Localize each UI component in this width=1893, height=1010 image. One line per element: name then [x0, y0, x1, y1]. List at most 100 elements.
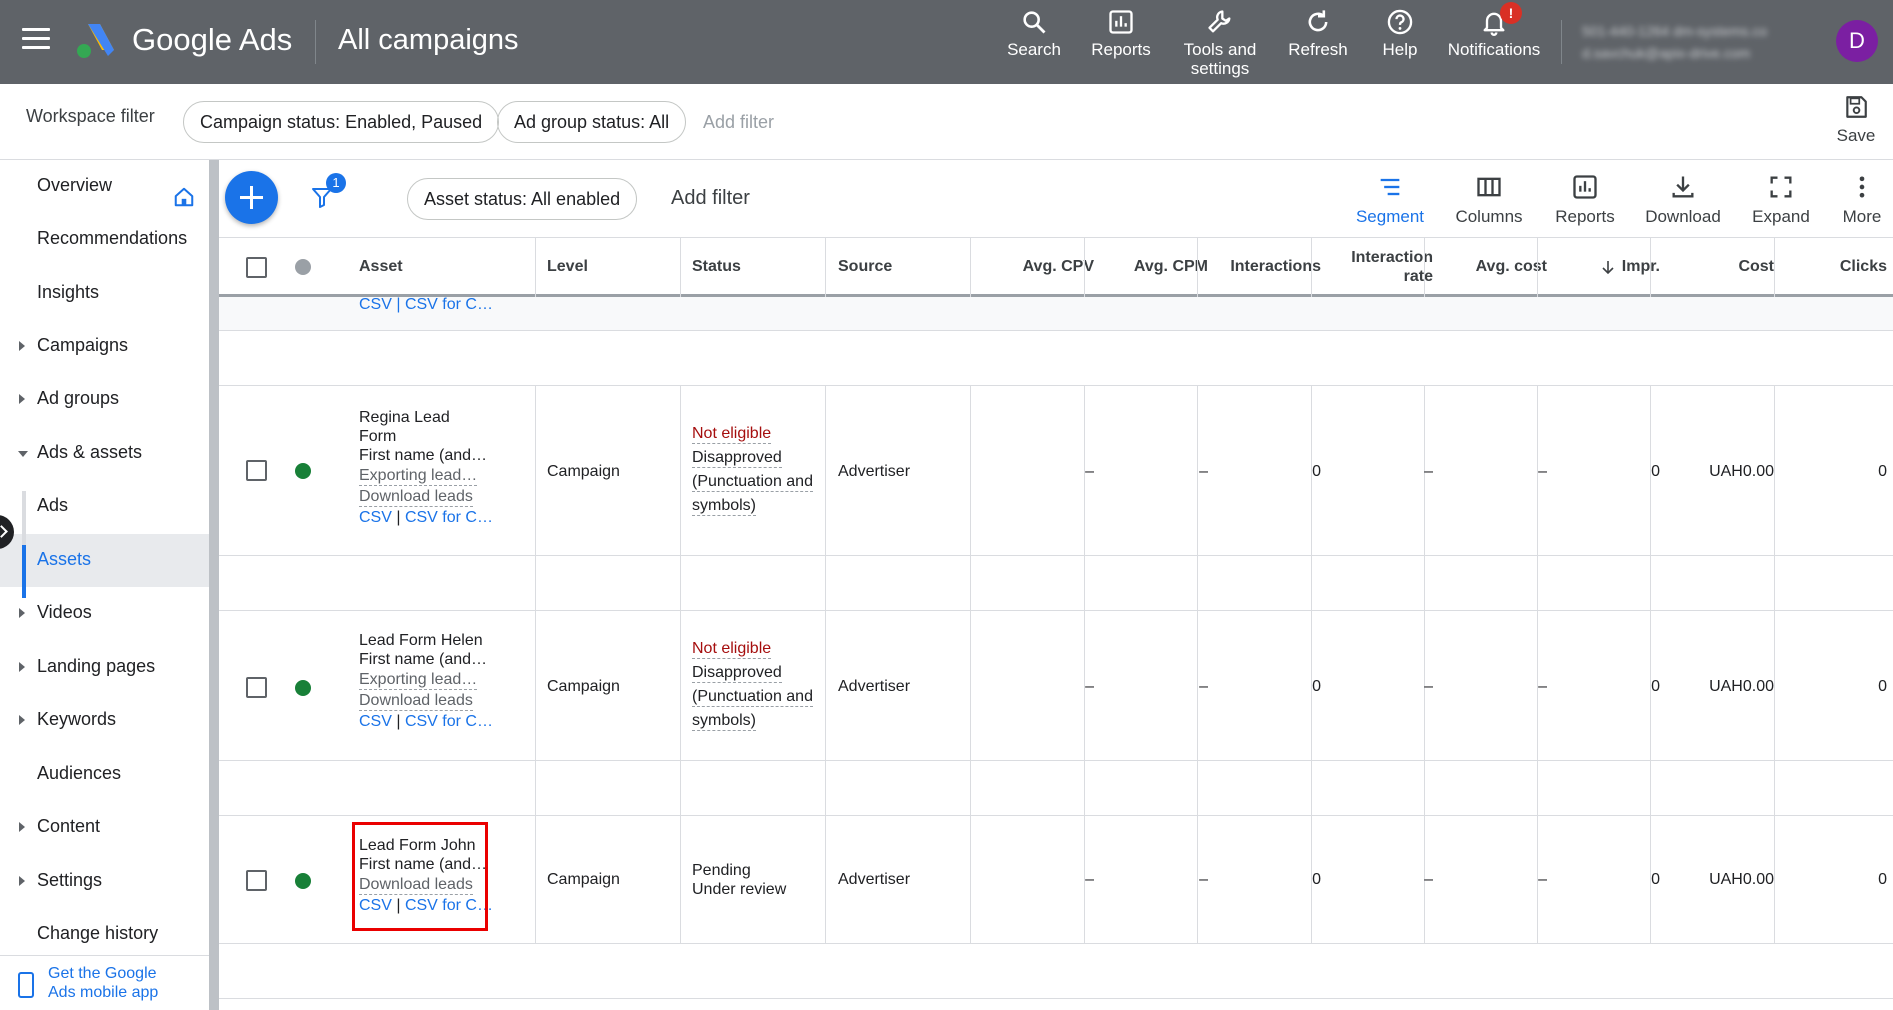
reports-button[interactable]: Reports: [1090, 8, 1152, 59]
refresh-button[interactable]: Refresh: [1286, 8, 1350, 59]
clicks-cell: 0: [1878, 871, 1887, 888]
impr-cell: 0: [1651, 871, 1660, 888]
status-reason-line2: (Punctuation and: [692, 688, 813, 707]
mobile-app-promo[interactable]: Get the Google Ads mobile app: [0, 955, 209, 1010]
link-separator: |: [391, 713, 405, 730]
header-impr[interactable]: Impr.: [1549, 238, 1660, 295]
status-not-eligible[interactable]: Not eligible: [692, 640, 772, 659]
table-row[interactable]: Regina Lead Form First name (and… Export…: [219, 386, 1893, 556]
header-cost[interactable]: Cost: [1662, 238, 1774, 295]
more-button[interactable]: More: [1838, 173, 1886, 227]
asset-status-chip[interactable]: Asset status: All enabled: [407, 178, 638, 220]
csv-for-link[interactable]: CSV for C…: [405, 509, 493, 526]
asset-exporting-leads[interactable]: Exporting lead…: [359, 467, 478, 486]
sidebar-item-label: Insights: [37, 282, 100, 302]
sidebar-item-label: Landing pages: [37, 656, 156, 676]
csv-for-link[interactable]: CSV for C…: [405, 713, 493, 730]
csv-link[interactable]: CSV: [359, 713, 392, 730]
table-row[interactable]: CSV | CSV for C…: [219, 295, 1893, 331]
sidebar-item-label: Settings: [37, 870, 103, 890]
sidebar-item-insights[interactable]: Insights: [0, 267, 209, 320]
caret-right-icon: [19, 715, 25, 725]
sidebar: Overview Recommendations Insights Campai…: [0, 160, 209, 1010]
menu-icon[interactable]: [22, 28, 50, 50]
avatar[interactable]: D: [1836, 20, 1878, 62]
refresh-icon: [1308, 10, 1328, 32]
header-status[interactable]: Status: [692, 238, 822, 295]
header-avg-cost[interactable]: Avg. cost: [1436, 238, 1547, 295]
csv-link[interactable]: CSV: [359, 509, 392, 526]
status-reason-line2: (Punctuation and: [692, 473, 813, 492]
sidebar-item-settings[interactable]: Settings: [0, 855, 209, 908]
sidebar-item-audiences[interactable]: Audiences: [0, 748, 209, 801]
status-reason-line3: symbols): [692, 712, 757, 731]
status-cell: Pending Under review: [692, 861, 827, 899]
asset-download-leads[interactable]: Download leads: [359, 488, 473, 507]
sidebar-item-label: Ads: [37, 495, 69, 515]
asset-exporting-leads[interactable]: Exporting lead…: [359, 671, 478, 690]
interactions-cell: 0: [1312, 871, 1321, 888]
table-add-filter[interactable]: Add filter: [671, 187, 750, 210]
partial-row-csv-links[interactable]: CSV | CSV for C…: [359, 295, 493, 314]
add-button[interactable]: [225, 171, 278, 224]
workspace-add-filter[interactable]: Add filter: [703, 112, 774, 133]
asset-cell[interactable]: Regina Lead Form First name (and… Export…: [359, 408, 529, 527]
home-icon[interactable]: [173, 186, 195, 208]
sidebar-item-ads-assets[interactable]: Ads & assets: [0, 427, 209, 480]
search-button[interactable]: Search: [1006, 8, 1062, 59]
sidebar-item-ads[interactable]: Ads: [0, 480, 209, 533]
segment-button[interactable]: Segment: [1355, 173, 1425, 227]
table-row[interactable]: Lead Form John First name (and… Download…: [219, 816, 1893, 944]
row-checkbox[interactable]: [246, 870, 267, 891]
header-avg-cpv[interactable]: Avg. CPV: [982, 238, 1094, 295]
header-clicks[interactable]: Clicks: [1776, 238, 1887, 295]
help-label: Help: [1382, 40, 1418, 59]
sidebar-item-assets[interactable]: Assets: [0, 534, 209, 587]
avg-cost-cell: –: [1538, 871, 1547, 888]
status-cell: Not eligible Disapproved (Punctuation an…: [692, 424, 827, 516]
table-row[interactable]: Lead Form Helen First name (and… Exporti…: [219, 611, 1893, 761]
caret-right-icon: [19, 822, 25, 832]
sidebar-item-videos[interactable]: Videos: [0, 587, 209, 640]
header-interaction-rate[interactable]: Interaction rate: [1323, 238, 1433, 295]
source-cell: Advertiser: [838, 871, 911, 888]
sidebar-scrollbar[interactable]: [209, 160, 219, 1010]
top-bar: Google Ads All campaigns Search Reports …: [0, 0, 1893, 84]
save-button[interactable]: Save: [1832, 94, 1880, 146]
refresh-label: Refresh: [1288, 40, 1348, 59]
impr-cell: 0: [1651, 463, 1660, 480]
status-not-eligible[interactable]: Not eligible: [692, 425, 772, 444]
table-spacer-row: [219, 556, 1893, 611]
sidebar-item-campaigns[interactable]: Campaigns: [0, 320, 209, 373]
sidebar-item-landing-pages[interactable]: Landing pages: [0, 641, 209, 694]
tools-settings-button[interactable]: Tools and settings: [1180, 8, 1260, 78]
header-asset[interactable]: Asset: [359, 238, 499, 295]
sidebar-item-keywords[interactable]: Keywords: [0, 694, 209, 747]
header-level[interactable]: Level: [547, 238, 677, 295]
row-checkbox[interactable]: [246, 460, 267, 481]
download-button[interactable]: Download: [1643, 173, 1723, 227]
campaign-status-chip[interactable]: Campaign status: Enabled, Paused: [183, 101, 500, 143]
header-interactions[interactable]: Interactions: [1209, 238, 1321, 295]
expand-button[interactable]: Expand: [1750, 173, 1812, 227]
help-button[interactable]: Help: [1378, 8, 1422, 59]
sidebar-item-change-history[interactable]: Change history: [0, 908, 209, 961]
notifications-button[interactable]: ! Notifications: [1444, 2, 1544, 59]
asset-cell[interactable]: Lead Form Helen First name (and… Exporti…: [359, 631, 529, 731]
asset-download-leads[interactable]: Download leads: [359, 692, 473, 711]
select-all-checkbox[interactable]: [246, 257, 267, 278]
sidebar-item-ad-groups[interactable]: Ad groups: [0, 373, 209, 426]
table-reports-button[interactable]: Reports: [1554, 173, 1616, 227]
page-title: All campaigns: [338, 24, 519, 56]
row-checkbox[interactable]: [246, 677, 267, 698]
sidebar-item-recommendations[interactable]: Recommendations: [0, 213, 209, 266]
ad-group-status-chip[interactable]: Ad group status: All: [497, 101, 687, 143]
table-toolbar: 1 Asset status: All enabled Add filter S…: [219, 161, 1893, 237]
header-source[interactable]: Source: [838, 238, 968, 295]
sidebar-item-content[interactable]: Content: [0, 801, 209, 854]
account-info[interactable]: 501-440-1264 dm-systems.co d.savchuk@api…: [1582, 20, 1822, 64]
columns-button[interactable]: Columns: [1454, 173, 1524, 227]
caret-right-icon: [19, 662, 25, 672]
segment-icon: [1380, 178, 1400, 196]
header-avg-cpm[interactable]: Avg. CPM: [1096, 238, 1208, 295]
